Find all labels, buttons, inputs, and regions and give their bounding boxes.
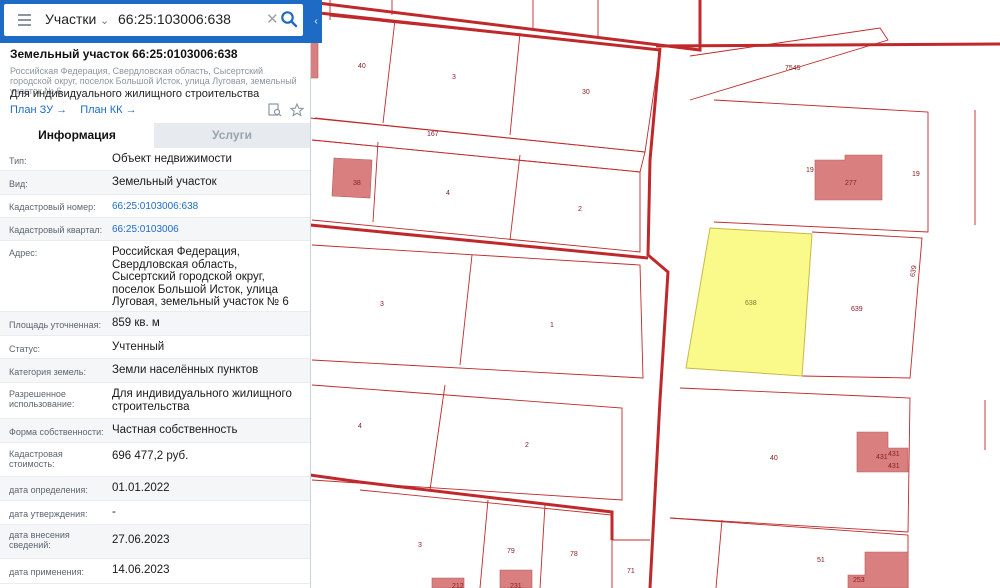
collapse-panel-button[interactable]: ‹	[310, 0, 322, 43]
parcel-label: 7545	[785, 65, 801, 72]
parcel-label: 78	[570, 551, 578, 558]
info-value: Земельный участок	[112, 176, 217, 188]
parcel-label: 277	[845, 180, 857, 187]
info-label: Разрешенное использование:	[9, 389, 75, 409]
info-label: дата внесения сведений:	[9, 530, 70, 550]
star-icon[interactable]	[290, 102, 305, 117]
info-row: Площадь уточненная: 859 кв. м	[0, 312, 310, 336]
info-label: Статус:	[9, 344, 40, 354]
info-row: Кадастровая стоимость: 696 477,2 руб.	[0, 443, 310, 477]
building	[814, 154, 883, 201]
parcel-label: 3	[452, 74, 456, 81]
parcel-label: 3	[380, 301, 384, 308]
info-label: Форма собственности:	[9, 427, 104, 437]
cadastral-number-link[interactable]: 66:25:0103006:638	[112, 201, 304, 214]
parcel-label: 71	[627, 568, 635, 575]
parcel-label: 19	[806, 167, 814, 174]
tab-info[interactable]: Информация	[0, 123, 154, 148]
parcel-label: 231	[510, 583, 522, 588]
search-input[interactable]: 66:25:103006:638	[118, 11, 231, 27]
plan-zu-link[interactable]: План ЗУ →	[10, 104, 67, 116]
info-value: 14.06.2023	[112, 564, 170, 576]
info-label: Кадастровый квартал:	[9, 225, 103, 235]
info-row: дата внесения сведений: 27.06.2023	[0, 525, 310, 559]
info-label: Кадастровый номер:	[9, 202, 96, 212]
building	[331, 157, 373, 199]
parcel-label: 51	[817, 557, 825, 564]
parcel-label: 3	[418, 542, 422, 549]
info-row: Тип: Объект недвижимости	[0, 148, 310, 171]
parcel-label: 4	[358, 423, 362, 430]
panel-tabs: Информация Услуги	[0, 123, 310, 148]
parcel-label: 38	[353, 180, 361, 187]
info-row: Форма собственности: Частная собственнос…	[0, 419, 310, 443]
parcel-label: 638	[745, 300, 757, 307]
parcel-label: 253	[853, 577, 865, 584]
info-value: Российская Федерация, Свердловская облас…	[112, 246, 289, 308]
info-row: Кадастровый номер: 66:25:0103006:638	[0, 195, 310, 218]
parcel-label: 40	[358, 63, 366, 70]
parcel-label: 40	[770, 455, 778, 462]
clear-icon[interactable]: ✕	[266, 10, 279, 28]
info-row: Категория земель: Земли населённых пункт…	[0, 359, 310, 383]
info-label: Адрес:	[9, 248, 38, 258]
info-value: Для индивидуального жилищного строительс…	[112, 388, 292, 413]
info-value: 859 кв. м	[112, 317, 160, 329]
info-label: дата определения:	[9, 485, 88, 495]
search-box[interactable]: Участки ⌄ 66:25:103006:638 ✕	[4, 4, 303, 36]
info-label: Кадастровая стоимость:	[9, 449, 63, 469]
info-value: Объект недвижимости	[112, 153, 232, 165]
info-value: 01.01.2022	[112, 482, 170, 494]
parcel-label: 431	[888, 451, 900, 458]
info-row: Разрешенное использование: Для индивидуа…	[0, 383, 310, 419]
info-label: дата применения:	[9, 567, 85, 577]
parcel-label: 19	[912, 171, 920, 178]
info-row: Вид: Земельный участок	[0, 171, 310, 195]
plan-kk-link[interactable]: План КК →	[80, 104, 136, 116]
parcel-label: 212	[452, 583, 464, 588]
info-value: Земли населённых пунктов	[112, 364, 259, 376]
info-table: Тип: Объект недвижимости Вид: Земельный …	[0, 148, 310, 584]
info-label: Вид:	[9, 179, 28, 189]
parcel-label: 167	[427, 131, 439, 138]
building	[309, 39, 319, 79]
search-icon[interactable]	[280, 10, 298, 28]
parcel-label: 639	[851, 306, 863, 313]
parcel-label: 431	[876, 454, 888, 461]
parcel-label: 431	[888, 463, 900, 470]
info-value: 696 477,2 руб.	[112, 450, 189, 462]
parcel-label: 30	[582, 89, 590, 96]
tab-services[interactable]: Услуги	[154, 123, 310, 148]
info-row: Адрес: Российская Федерация, Свердловска…	[0, 241, 310, 312]
search-doc-icon[interactable]	[268, 103, 282, 117]
info-row: дата определения: 01.01.2022	[0, 477, 310, 501]
search-bar: Участки ⌄ 66:25:103006:638 ✕	[0, 0, 310, 43]
info-value: Частная собственность	[112, 424, 238, 436]
cadastral-quarter-link[interactable]: 66:25:0103006	[112, 224, 304, 237]
info-value: -	[112, 506, 116, 518]
info-panel: Участки ⌄ 66:25:103006:638 ✕ Земельный у…	[0, 0, 311, 588]
info-row: дата применения: 14.06.2023	[0, 559, 310, 584]
parcel-label: 1	[550, 322, 554, 329]
parcel-label: 2	[578, 206, 582, 213]
card-actions	[264, 102, 305, 122]
info-value: Учтенный	[112, 341, 165, 353]
menu-icon[interactable]	[18, 14, 31, 26]
info-label: дата утверждения:	[9, 509, 88, 519]
parcel-purpose: Для индивидуального жилищного строительс…	[10, 88, 260, 100]
info-label: Тип:	[9, 156, 27, 166]
chevron-down-icon[interactable]: ⌄	[100, 14, 109, 27]
info-label: Площадь уточненная:	[9, 320, 101, 330]
parcel-title: Земельный участок 66:25:0103006:638	[10, 47, 238, 61]
plan-links: План ЗУ → План КК →	[10, 104, 147, 116]
layer-select[interactable]: Участки	[45, 11, 96, 27]
info-row: Кадастровый квартал: 66:25:0103006	[0, 218, 310, 241]
info-label: Категория земель:	[9, 367, 86, 377]
parcel-label: 4	[446, 190, 450, 197]
info-row: Статус: Учтенный	[0, 336, 310, 359]
parcel-label: 79	[507, 548, 515, 555]
info-value: 27.06.2023	[112, 534, 170, 546]
info-row: дата утверждения: -	[0, 501, 310, 525]
parcel-label: 2	[525, 442, 529, 449]
